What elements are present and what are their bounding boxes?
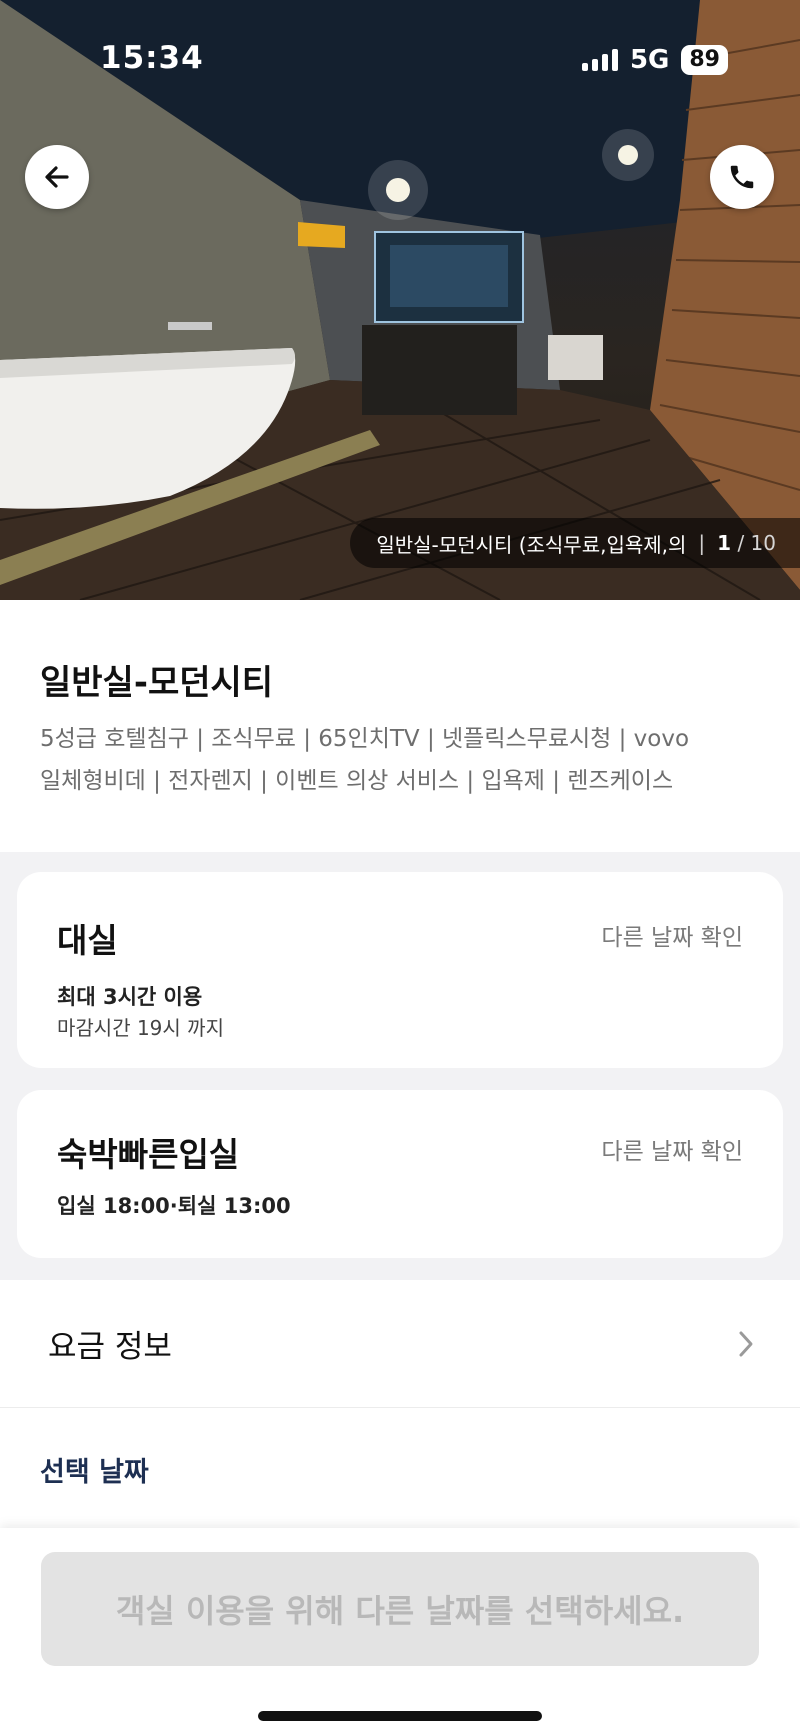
check-other-date-link[interactable]: 다른 날짜 확인 bbox=[601, 1132, 743, 1166]
call-button[interactable] bbox=[710, 145, 774, 209]
battery-indicator: 89 bbox=[681, 45, 728, 75]
bottom-bar: 객실 이용을 위해 다른 날짜를 선택하세요. bbox=[0, 1528, 800, 1734]
caption-divider: | bbox=[698, 531, 706, 555]
signal-icon bbox=[581, 49, 618, 71]
photo-index: 1 / 10 bbox=[717, 531, 776, 555]
chevron-right-icon bbox=[739, 1331, 753, 1356]
offer-checkin-time: 입실 18:00·퇴실 13:00 bbox=[57, 1194, 291, 1218]
offer-name: 숙박빠른입실 bbox=[57, 1135, 240, 1174]
rate-info-label: 요금 정보 bbox=[48, 1329, 172, 1365]
photo-index-total: / 10 bbox=[737, 531, 776, 555]
back-button[interactable] bbox=[25, 145, 89, 209]
photo-index-current: 1 bbox=[717, 531, 732, 555]
arrow-left-icon bbox=[45, 166, 69, 188]
room-photo[interactable]: 15:34 5G 89 일반실-모던시티 (조식무료,입욕제,의 | 1 / 1… bbox=[0, 0, 800, 600]
offer-usage: 최대 3시간 이용 bbox=[57, 985, 203, 1009]
status-indicators: 5G 89 bbox=[581, 45, 728, 75]
offer-card-daystay[interactable]: 대실 다른 날짜 확인 최대 3시간 이용 마감시간 19시 까지 bbox=[17, 872, 783, 1068]
room-description-line: 일체형비데 | 전자렌지 | 이벤트 의상 서비스 | 입욕제 | 렌즈케이스 bbox=[40, 768, 674, 794]
selected-date-heading: 선택 날짜 bbox=[40, 1457, 149, 1488]
home-indicator bbox=[258, 1711, 542, 1721]
photo-caption: 일반실-모던시티 (조식무료,입욕제,의 | 1 / 10 bbox=[350, 518, 800, 568]
photo-caption-text: 일반실-모던시티 (조식무료,입욕제,의 bbox=[376, 532, 687, 557]
room-info: 일반실-모던시티 5성급 호텔침구 | 조식무료 | 65인치TV | 넷플릭스… bbox=[0, 600, 800, 852]
check-other-date-link[interactable]: 다른 날짜 확인 bbox=[601, 918, 743, 952]
status-time: 15:34 bbox=[100, 40, 204, 76]
room-description: 5성급 호텔침구 | 조식무료 | 65인치TV | 넷플릭스무료시청 | vo… bbox=[40, 718, 760, 802]
offers-section: 대실 다른 날짜 확인 최대 3시간 이용 마감시간 19시 까지 숙박빠른입실… bbox=[0, 852, 800, 1280]
network-label: 5G bbox=[629, 45, 670, 75]
room-description-line: 5성급 호텔침구 | 조식무료 | 65인치TV | 넷플릭스무료시청 | vo… bbox=[40, 726, 690, 752]
rate-info-row[interactable]: 요금 정보 bbox=[0, 1280, 800, 1408]
offer-card-overnight[interactable]: 숙박빠른입실 다른 날짜 확인 입실 18:00·퇴실 13:00 bbox=[17, 1090, 783, 1258]
offer-deadline: 마감시간 19시 까지 bbox=[57, 1016, 224, 1040]
room-title: 일반실-모던시티 bbox=[40, 663, 274, 703]
offer-name: 대실 bbox=[57, 921, 118, 960]
select-date-button[interactable]: 객실 이용을 위해 다른 날짜를 선택하세요. bbox=[41, 1552, 759, 1666]
room-photo-scene bbox=[0, 0, 800, 600]
phone-icon bbox=[730, 165, 754, 189]
